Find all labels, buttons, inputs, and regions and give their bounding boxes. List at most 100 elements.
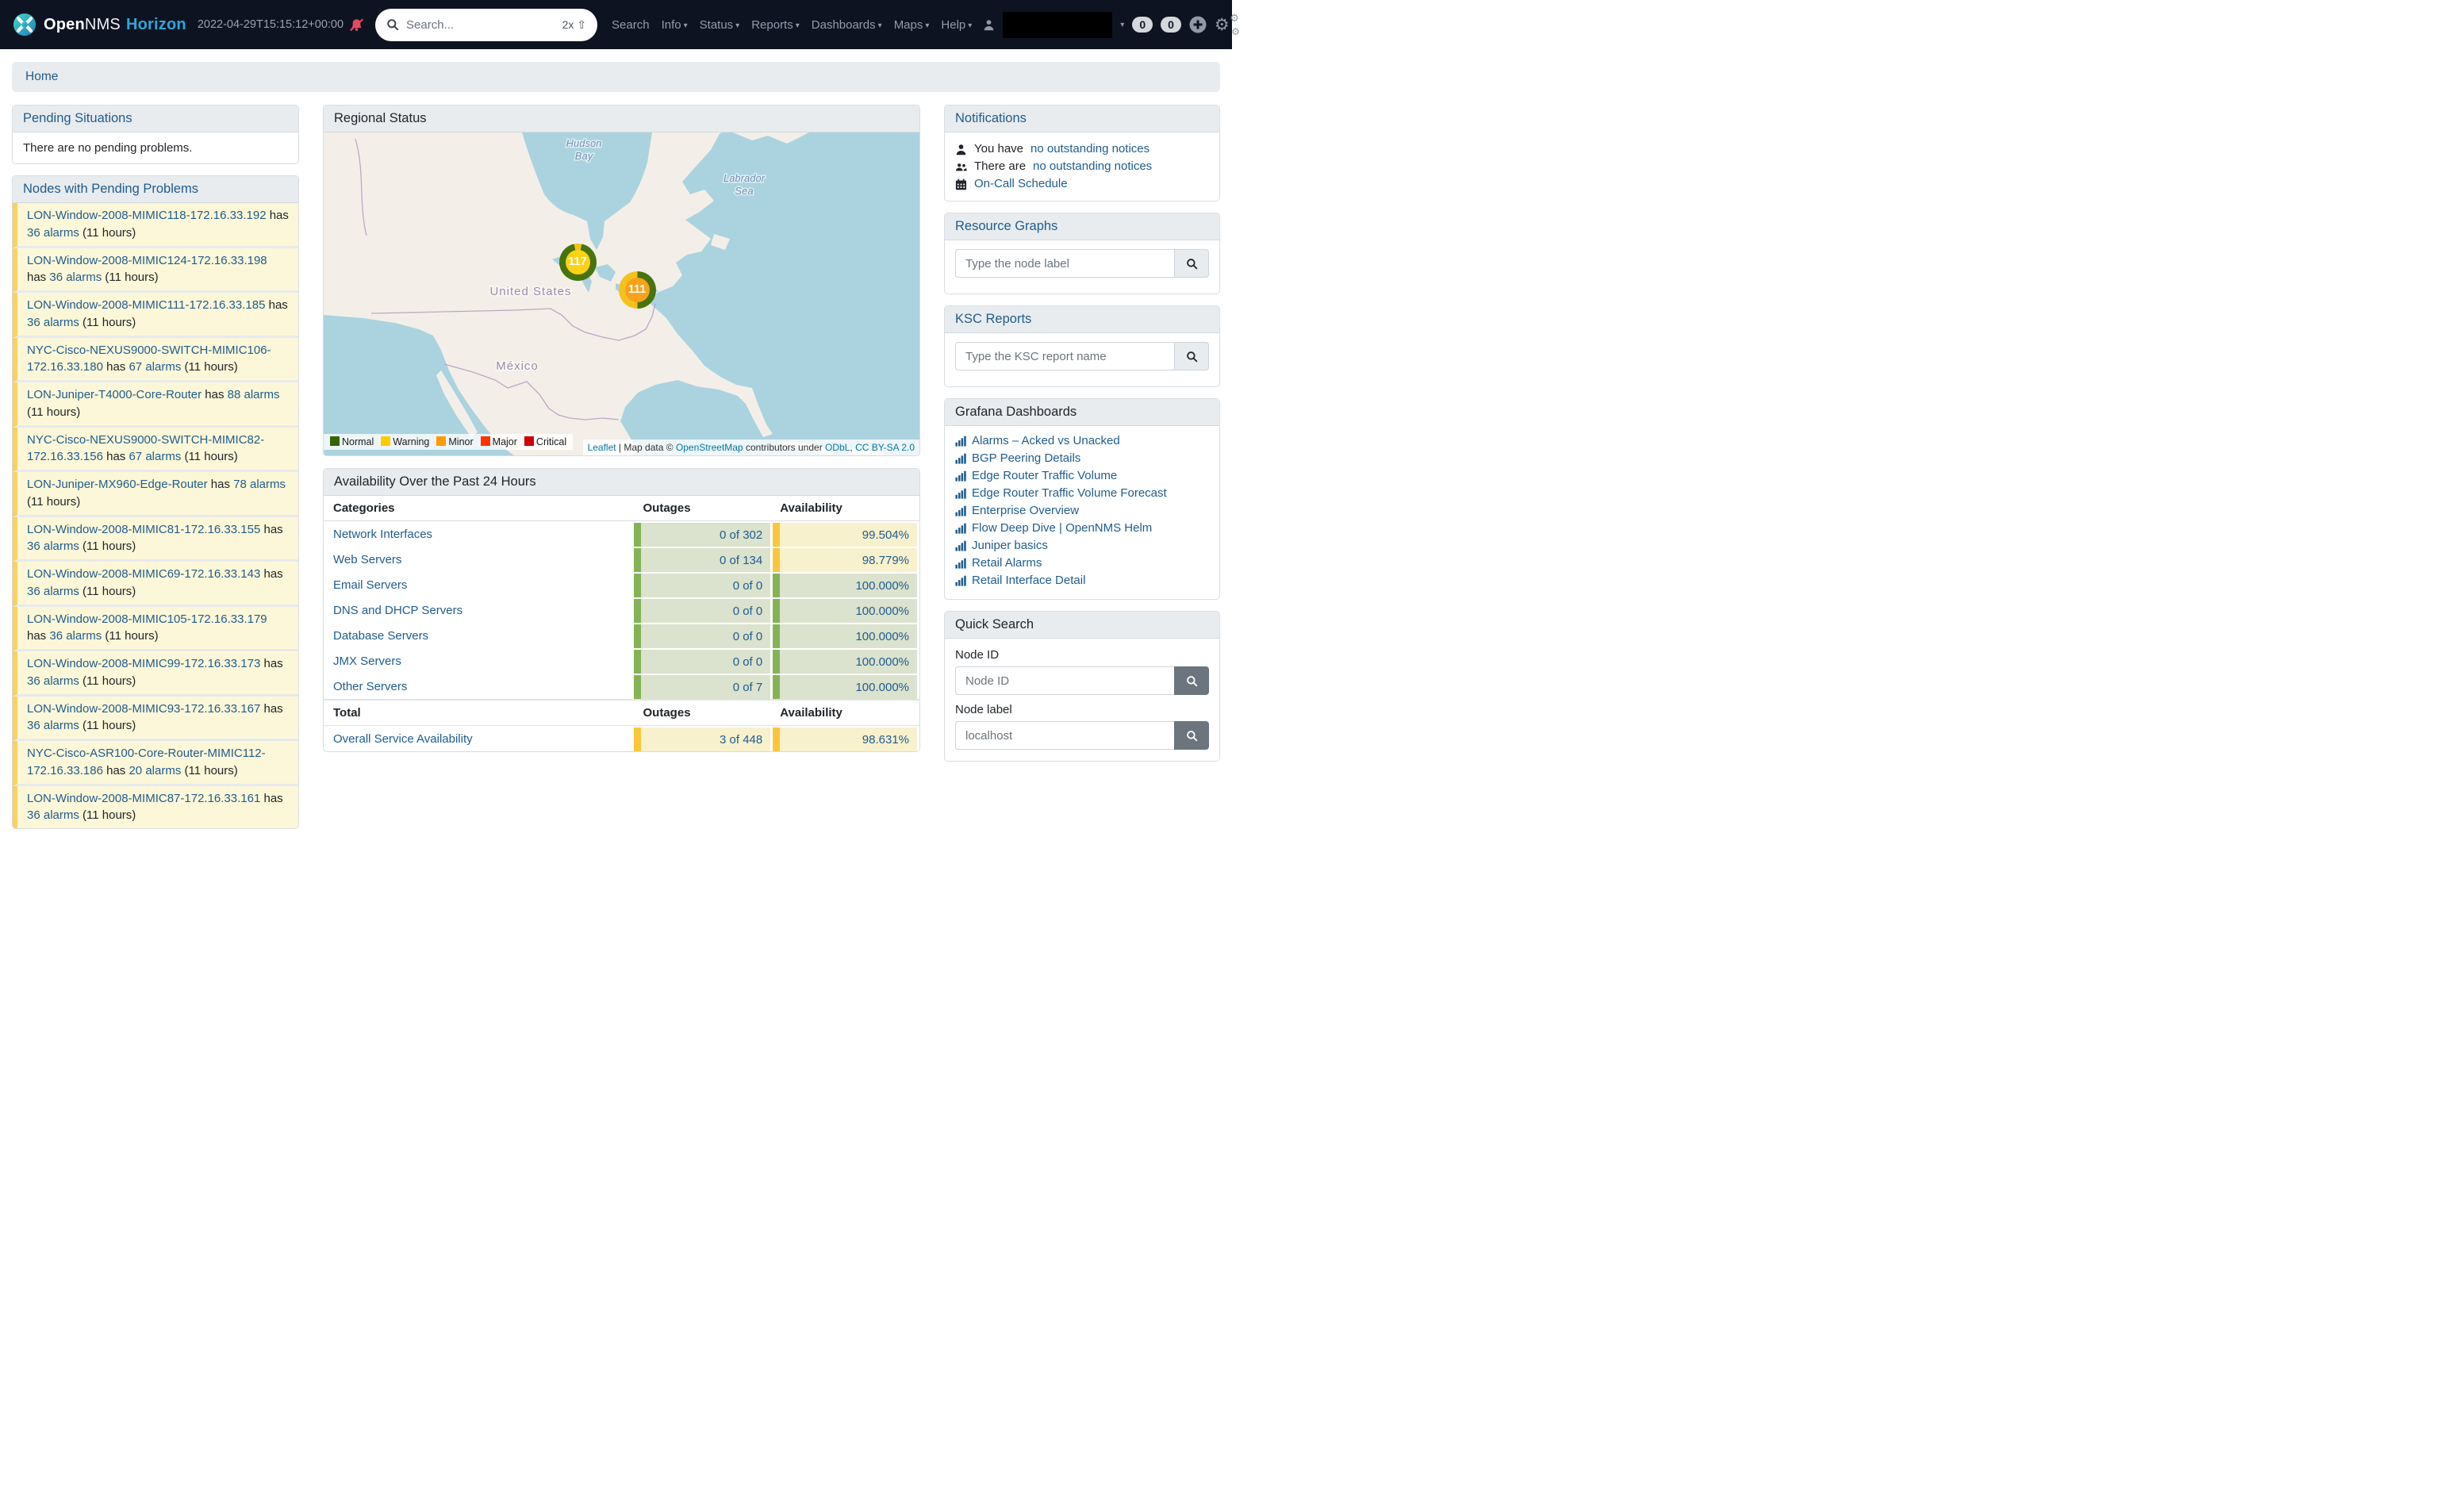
grafana-dashboard-link[interactable]: Retail Interface Detail: [972, 572, 1085, 589]
nav-item-status[interactable]: Status▾: [700, 18, 740, 32]
notification-link[interactable]: On-Call Schedule: [974, 175, 1068, 193]
node-link[interactable]: LON-Window-2008-MIMIC81-172.16.33.155: [27, 523, 260, 536]
notification-link[interactable]: no outstanding notices: [1031, 140, 1149, 158]
node-link[interactable]: LON-Window-2008-MIMIC111-172.16.33.185: [27, 298, 265, 312]
resource-graphs-title-link[interactable]: Resource Graphs: [955, 219, 1057, 233]
node-alarms-link[interactable]: 36 alarms: [27, 539, 79, 553]
attribution-link[interactable]: CC BY-SA 2.0: [855, 442, 915, 453]
grafana-dashboard-item: Enterprise Overview: [955, 502, 1209, 520]
global-search[interactable]: 2x ⇧: [375, 9, 597, 41]
resource-graphs-search-button[interactable]: [1174, 249, 1209, 278]
node-link[interactable]: LON-Window-2008-MIMIC118-172.16.33.192: [27, 209, 267, 222]
grafana-dashboard-link[interactable]: BGP Peering Details: [972, 450, 1080, 467]
node-alarms-link[interactable]: 78 alarms: [233, 478, 286, 491]
node-alarms-link[interactable]: 36 alarms: [27, 226, 79, 240]
node-link[interactable]: LON-Window-2008-MIMIC69-172.16.33.143: [27, 567, 260, 581]
nav-item-info[interactable]: Info▾: [662, 18, 688, 32]
node-link[interactable]: LON-Window-2008-MIMIC93-172.16.33.167: [27, 702, 260, 716]
node-alarms-link[interactable]: 67 alarms: [129, 450, 181, 463]
pending-node-row: NYC-Cisco-NEXUS9000-SWITCH-MIMIC106-172.…: [13, 338, 298, 383]
notification-item: On-Call Schedule: [955, 175, 1209, 193]
grafana-dashboard-item: Juniper basics: [955, 537, 1209, 555]
admin-gear-icon[interactable]: ⚙⚙⚙: [1215, 13, 1240, 36]
category-cell: Email Servers: [324, 572, 634, 597]
node-alarms-link[interactable]: 88 alarms: [228, 388, 280, 401]
node-id-search-button[interactable]: [1174, 666, 1209, 695]
nav-item-search[interactable]: Search: [612, 18, 650, 32]
grafana-dashboard-link[interactable]: Edge Router Traffic Volume: [972, 467, 1117, 485]
node-label-search-button[interactable]: [1174, 721, 1209, 750]
category-link[interactable]: DNS and DHCP Servers: [333, 604, 462, 617]
nav-item-help[interactable]: Help▾: [941, 18, 972, 32]
node-has-text: has: [267, 209, 289, 222]
global-search-input[interactable]: [406, 18, 555, 32]
grafana-dashboard-item: Edge Router Traffic Volume: [955, 467, 1209, 485]
nav-item-dashboards[interactable]: Dashboards▾: [812, 18, 882, 32]
grafana-dashboard-link[interactable]: Edge Router Traffic Volume Forecast: [972, 485, 1167, 502]
resource-graphs-input[interactable]: [955, 249, 1174, 278]
ksc-reports-title-link[interactable]: KSC Reports: [955, 312, 1031, 326]
node-link[interactable]: LON-Juniper-T4000-Core-Router: [27, 388, 201, 401]
user-name-redacted[interactable]: [1003, 12, 1112, 38]
node-link[interactable]: LON-Window-2008-MIMIC99-172.16.33.173: [27, 657, 260, 670]
nav-item-maps[interactable]: Maps▾: [894, 18, 930, 32]
chevron-down-icon: ▾: [925, 21, 929, 30]
availability-row: JMX Servers0 of 0100.000%: [324, 648, 919, 674]
node-id-input[interactable]: [955, 666, 1174, 695]
chart-bars-icon: [955, 436, 966, 447]
node-link[interactable]: LON-Juniper-MX960-Edge-Router: [27, 478, 208, 491]
pending-nodes-title-link[interactable]: Nodes with Pending Problems: [23, 182, 198, 196]
grafana-dashboard-link[interactable]: Enterprise Overview: [972, 502, 1079, 520]
node-alarms-link[interactable]: 36 alarms: [27, 316, 79, 329]
node-alarms-link[interactable]: 36 alarms: [49, 629, 102, 643]
attribution-text: contributors under: [743, 442, 825, 453]
bell-slash-icon[interactable]: [349, 18, 364, 32]
grafana-dashboard-link[interactable]: Retail Alarms: [972, 555, 1042, 572]
category-link[interactable]: JMX Servers: [333, 655, 401, 668]
grafana-dashboard-link[interactable]: Alarms – Acked vs Unacked: [972, 432, 1120, 450]
notices-badge-1[interactable]: 0: [1132, 17, 1153, 33]
node-alarms-link[interactable]: 20 alarms: [129, 764, 181, 777]
node-alarms-link[interactable]: 36 alarms: [27, 674, 79, 688]
breadcrumb-home-link[interactable]: Home: [25, 70, 58, 83]
pending-nodes-header: Nodes with Pending Problems: [13, 176, 298, 203]
category-link[interactable]: Web Servers: [333, 553, 401, 566]
grafana-dashboard-link[interactable]: Flow Deep Dive | OpenNMS Helm: [972, 520, 1152, 537]
add-icon[interactable]: [1189, 16, 1207, 33]
ksc-reports-input[interactable]: [955, 342, 1174, 370]
node-alarms-link[interactable]: 36 alarms: [27, 719, 79, 732]
node-duration-text: (11 hours): [79, 539, 136, 553]
nav-item-reports[interactable]: Reports▾: [751, 18, 800, 32]
regional-status-map[interactable]: Hudson Bay Labrador Sea United States Mé…: [324, 132, 919, 455]
node-label-input[interactable]: [955, 721, 1174, 750]
grafana-dashboard-link[interactable]: Juniper basics: [972, 537, 1048, 555]
grafana-dashboards-panel: Grafana Dashboards Alarms – Acked vs Una…: [944, 398, 1220, 600]
node-link[interactable]: LON-Window-2008-MIMIC124-172.16.33.198: [27, 254, 267, 267]
node-alarms-link[interactable]: 36 alarms: [27, 585, 79, 598]
node-alarms-link[interactable]: 67 alarms: [129, 360, 181, 374]
map-cluster-marker[interactable]: 111: [619, 271, 656, 309]
attribution-link[interactable]: ODbL: [825, 442, 850, 453]
node-alarms-link[interactable]: 36 alarms: [49, 271, 102, 284]
map-cluster-marker[interactable]: 117: [559, 244, 597, 281]
category-link[interactable]: Email Servers: [333, 578, 407, 592]
quick-search-header: Quick Search: [945, 612, 1219, 639]
attribution-link[interactable]: OpenStreetMap: [676, 442, 743, 453]
node-link[interactable]: LON-Window-2008-MIMIC87-172.16.33.161: [27, 792, 260, 805]
opennms-logo[interactable]: OpenNMSHorizon: [13, 13, 186, 36]
quick-search-panel: Quick Search Node ID Node label: [944, 611, 1220, 762]
attribution-link[interactable]: Leaflet: [588, 442, 616, 453]
notification-link[interactable]: no outstanding notices: [1033, 158, 1152, 175]
pending-situations-empty: There are no pending problems.: [13, 132, 298, 163]
pending-situations-title-link[interactable]: Pending Situations: [23, 111, 132, 125]
node-alarms-link[interactable]: 36 alarms: [27, 808, 79, 822]
col-header-availability: Availability: [770, 496, 919, 521]
category-link[interactable]: Overall Service Availability: [333, 732, 473, 746]
category-link[interactable]: Database Servers: [333, 629, 428, 643]
notices-badge-2[interactable]: 0: [1161, 17, 1181, 33]
category-link[interactable]: Other Servers: [333, 680, 407, 693]
notifications-title-link[interactable]: Notifications: [955, 111, 1027, 125]
category-link[interactable]: Network Interfaces: [333, 528, 432, 541]
node-link[interactable]: LON-Window-2008-MIMIC105-172.16.33.179: [27, 612, 267, 626]
ksc-reports-search-button[interactable]: [1174, 342, 1209, 370]
